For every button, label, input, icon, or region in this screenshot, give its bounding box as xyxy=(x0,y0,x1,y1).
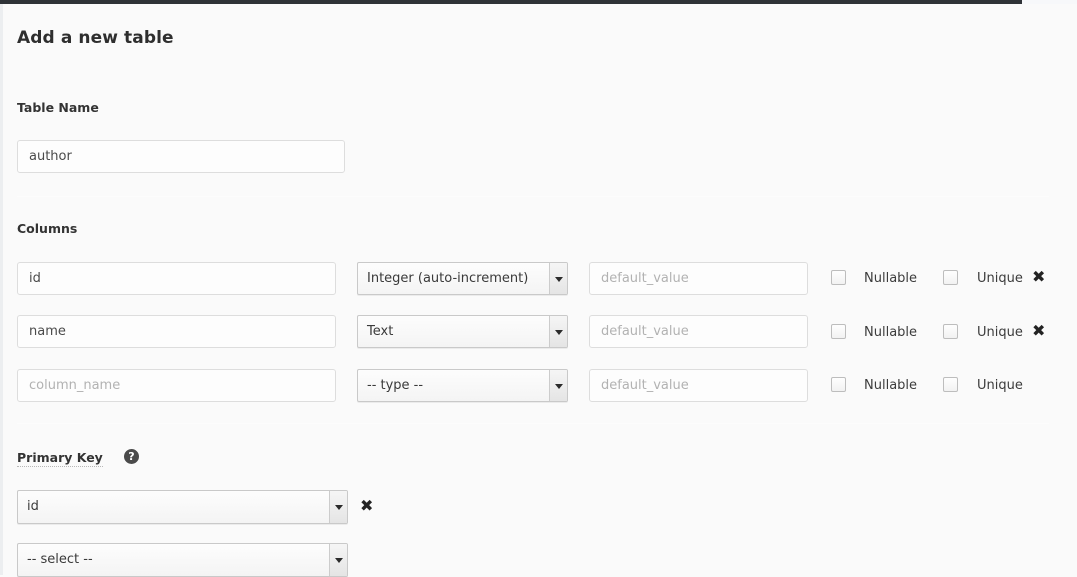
column-name-input[interactable]: column_name xyxy=(17,369,336,402)
primary-key-value: id xyxy=(27,499,39,514)
column-unique-checkbox[interactable] xyxy=(943,377,958,392)
column-unique-label: Unique xyxy=(977,378,1023,393)
column-nullable-checkbox[interactable] xyxy=(831,324,846,339)
column-default-input[interactable]: default_value xyxy=(589,262,808,295)
chevron-down-icon xyxy=(549,263,567,294)
column-unique-checkbox[interactable] xyxy=(943,270,958,285)
primary-key-select[interactable]: -- select -- xyxy=(17,543,348,577)
section-divider xyxy=(17,196,1049,197)
remove-column-button[interactable]: ✖ xyxy=(1032,323,1045,339)
column-name-input[interactable]: name xyxy=(17,315,336,348)
column-unique-checkbox[interactable] xyxy=(943,324,958,339)
column-type-value: Text xyxy=(367,324,394,339)
column-unique-label: Unique xyxy=(977,271,1023,286)
column-nullable-label: Nullable xyxy=(864,325,918,340)
table-name-label: Table Name xyxy=(17,100,99,115)
primary-key-select[interactable]: id xyxy=(17,490,348,524)
column-type-select[interactable]: -- type -- xyxy=(357,369,568,402)
primary-key-label: Primary Key xyxy=(17,450,103,467)
chevron-down-icon xyxy=(549,316,567,347)
table-name-input[interactable]: author xyxy=(17,140,345,173)
page-content: Add a new table Table Name author Column… xyxy=(3,4,1077,577)
section-divider xyxy=(17,423,1049,424)
help-icon[interactable]: ? xyxy=(124,449,139,464)
column-nullable-label: Nullable xyxy=(864,378,918,393)
chevron-down-icon xyxy=(549,370,567,401)
column-nullable-checkbox[interactable] xyxy=(831,377,846,392)
chevron-down-icon xyxy=(329,544,347,576)
remove-column-button[interactable]: ✖ xyxy=(1032,269,1045,285)
primary-key-value: -- select -- xyxy=(27,552,93,567)
columns-label: Columns xyxy=(17,221,78,236)
column-name-input[interactable]: id xyxy=(17,262,336,295)
column-default-input[interactable]: default_value xyxy=(589,369,808,402)
column-type-value: Integer (auto-increment) xyxy=(367,271,529,286)
column-type-select[interactable]: Text xyxy=(357,315,568,348)
chevron-down-icon xyxy=(329,491,347,523)
column-nullable-checkbox[interactable] xyxy=(831,270,846,285)
column-unique-label: Unique xyxy=(977,325,1023,340)
remove-primary-key-button[interactable]: ✖ xyxy=(360,498,373,514)
column-nullable-label: Nullable xyxy=(864,271,918,286)
column-type-value: -- type -- xyxy=(367,378,424,393)
column-type-select[interactable]: Integer (auto-increment) xyxy=(357,262,568,295)
column-default-input[interactable]: default_value xyxy=(589,315,808,348)
page-title: Add a new table xyxy=(17,28,174,48)
